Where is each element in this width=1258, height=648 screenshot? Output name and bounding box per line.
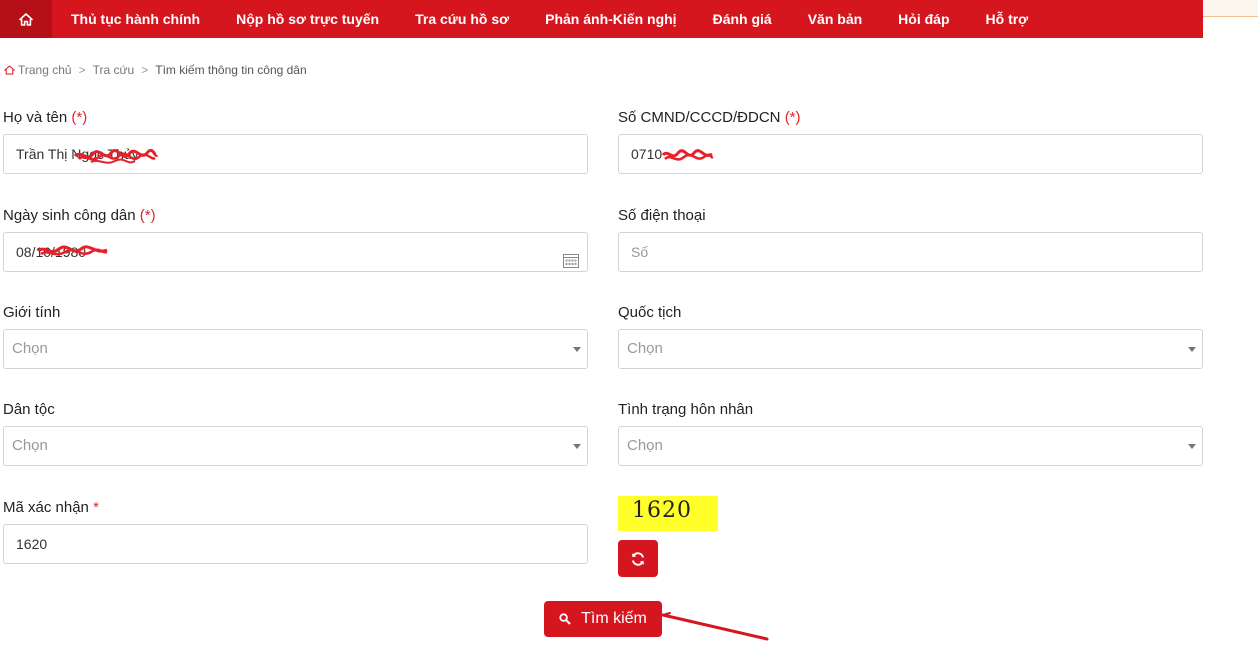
ethnicity-select[interactable]: Chọn	[3, 426, 588, 466]
home-icon	[4, 65, 15, 75]
nav-item-support[interactable]: Hỗ trợ	[968, 0, 1047, 38]
breadcrumb-lookup-link[interactable]: Tra cứu	[93, 63, 135, 77]
captcha-label: Mã xác nhận *	[3, 499, 99, 516]
breadcrumb-current: Tìm kiếm thông tin công dân	[155, 63, 307, 77]
phone-input[interactable]: Số	[618, 232, 1203, 272]
fullname-field: Họ và tên (*) Trần Thị Ngọc Thủy	[3, 108, 588, 174]
id-number-field: Số CMND/CCCD/ĐDCN (*) 0710	[618, 108, 1203, 174]
chevron-down-icon	[1188, 347, 1196, 352]
nav-item-rating[interactable]: Đánh giá	[695, 0, 790, 38]
breadcrumb-home-link[interactable]: Trang chủ	[18, 63, 72, 77]
birthdate-field: Ngày sinh công dân (*) 08/10/1980	[3, 206, 588, 272]
phone-label: Số điện thoại	[618, 207, 706, 224]
gender-select[interactable]: Chọn	[3, 329, 588, 369]
captcha-field: Mã xác nhận * 1620	[3, 498, 588, 564]
breadcrumb-separator: >	[78, 63, 86, 77]
redaction-scribble	[37, 245, 108, 256]
nationality-field: Quốc tịch Chọn	[618, 303, 1203, 369]
nav-item-record-lookup[interactable]: Tra cứu hồ sơ	[397, 0, 527, 38]
nav-item-faq[interactable]: Hỏi đáp	[880, 0, 967, 38]
birthdate-label: Ngày sinh công dân (*)	[3, 207, 156, 224]
chevron-down-icon	[1188, 444, 1196, 449]
header-edge-strip	[1203, 0, 1258, 17]
calendar-icon[interactable]	[563, 244, 579, 282]
marital-status-label: Tình trạng hôn nhân	[618, 401, 754, 418]
nationality-label: Quốc tịch	[618, 304, 682, 321]
redaction-scribble	[73, 148, 159, 164]
captcha-image: 1620	[618, 496, 718, 531]
redaction-scribble	[661, 149, 714, 161]
nationality-select[interactable]: Chọn	[618, 329, 1203, 369]
refresh-captcha-button[interactable]	[618, 540, 658, 577]
captcha-image-text: 1620	[632, 498, 692, 523]
marital-status-select[interactable]: Chọn	[618, 426, 1203, 466]
marital-status-field: Tình trạng hôn nhân Chọn	[618, 400, 1203, 466]
home-button[interactable]	[0, 0, 52, 38]
gender-field: Giới tính Chọn	[3, 303, 588, 369]
search-button[interactable]: Tìm kiếm	[544, 601, 662, 637]
ethnicity-label: Dân tộc	[3, 401, 55, 418]
nav-item-documents[interactable]: Văn bản	[790, 0, 880, 38]
fullname-label: Họ và tên (*)	[3, 109, 88, 126]
ethnicity-field: Dân tộc Chọn	[3, 400, 588, 466]
id-number-label: Số CMND/CCCD/ĐDCN (*)	[618, 109, 801, 126]
breadcrumb: Trang chủ > Tra cứu > Tìm kiếm thông tin…	[4, 63, 307, 77]
top-navigation: Thủ tục hành chính Nộp hồ sơ trực tuyến …	[0, 0, 1203, 38]
refresh-icon	[631, 551, 645, 566]
nav-item-online-submission[interactable]: Nộp hồ sơ trực tuyến	[218, 0, 397, 38]
gender-label: Giới tính	[3, 304, 61, 321]
home-icon	[19, 12, 33, 26]
captcha-input[interactable]: 1620	[3, 524, 588, 564]
nav-item-administrative-procedures[interactable]: Thủ tục hành chính	[52, 0, 218, 38]
chevron-down-icon	[573, 444, 581, 449]
phone-field: Số điện thoại Số	[618, 206, 1203, 272]
search-icon	[559, 613, 571, 625]
breadcrumb-separator: >	[141, 63, 149, 77]
nav-item-feedback[interactable]: Phản ánh-Kiến nghị	[527, 0, 694, 38]
search-button-label: Tìm kiếm	[581, 610, 647, 627]
chevron-down-icon	[573, 347, 581, 352]
